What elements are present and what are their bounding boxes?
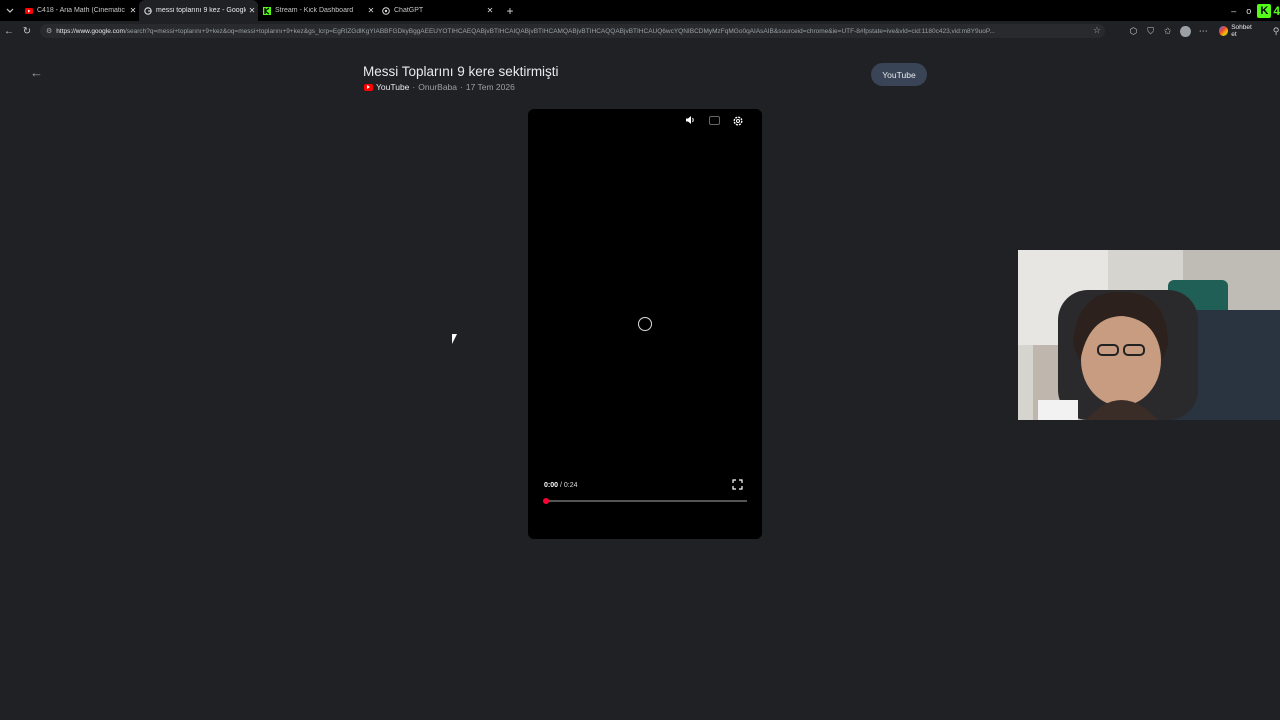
minimize-icon[interactable]: – <box>1231 6 1236 16</box>
tab-title: Stream - Kick Dashboard <box>275 7 354 14</box>
kick-count: 4 <box>1273 3 1280 18</box>
video-meta: YouTube · OnurBaba · 17 Tem 2026 <box>364 82 515 92</box>
fullscreen-icon[interactable] <box>732 479 743 493</box>
tab-chatgpt[interactable]: ChatGPT ✕ <box>377 0 496 21</box>
video-title: Messi Toplarını 9 kere sektirmişti <box>363 64 559 79</box>
chat-button-label: Sohbet et <box>1231 24 1252 38</box>
video-source[interactable]: YouTube <box>376 82 409 92</box>
gemini-icon <box>1218 26 1229 36</box>
close-icon[interactable]: ✕ <box>127 6 139 15</box>
close-icon[interactable]: ✕ <box>484 6 496 15</box>
time-display: 0:00 / 0:24 <box>544 482 577 489</box>
time-total: 0:24 <box>563 482 578 489</box>
settings-gear-icon[interactable] <box>731 115 745 129</box>
tab-title: ChatGPT <box>394 7 424 14</box>
bookmark-star-icon[interactable]: ☆ <box>1093 25 1101 36</box>
captions-icon[interactable] <box>707 115 721 129</box>
video-date: 17 Tem 2026 <box>465 82 515 92</box>
profile-avatar[interactable] <box>1180 25 1191 37</box>
chevron-down-icon <box>6 8 14 13</box>
reload-icon[interactable]: ↻ <box>18 26 36 37</box>
window-controls: – o K 4 <box>1221 0 1280 21</box>
url-text: https://www.google.com/search?q=messi+to… <box>56 27 995 35</box>
chatgpt-icon <box>382 6 390 15</box>
kick-icon <box>263 6 271 15</box>
video-channel: OnurBaba <box>418 82 457 92</box>
loading-spinner-icon <box>638 317 652 331</box>
google-icon <box>144 6 152 15</box>
time-current: 0:00 <box>544 482 559 489</box>
meta-separator: · <box>412 82 416 92</box>
more-menu-icon[interactable]: ⋯ <box>1195 26 1212 37</box>
address-bar[interactable]: ⚙ https://www.google.com/search?q=messi+… <box>40 24 1105 38</box>
site-info-icon[interactable]: ⚙ <box>46 27 52 35</box>
meta-separator: · <box>460 82 463 92</box>
webcam-overlay <box>1018 250 1280 420</box>
tab-youtube[interactable]: C418 - Aria Math (Cinematic Remi ✕ <box>20 0 139 21</box>
back-arrow-icon[interactable]: ← <box>30 65 43 80</box>
extensions-icon[interactable]: ⬡ <box>1125 26 1142 37</box>
tab-strip: C418 - Aria Math (Cinematic Remi ✕ messi… <box>0 0 1280 21</box>
tab-google[interactable]: messi toplarını 9 kez - Google'da A ✕ <box>139 0 258 21</box>
close-icon[interactable]: ✕ <box>246 6 258 15</box>
open-youtube-button[interactable]: YouTube <box>871 63 927 86</box>
tab-kick[interactable]: Stream - Kick Dashboard ✕ <box>258 0 377 21</box>
progress-bar[interactable] <box>543 498 747 504</box>
toolbar-actions: ⬡ ⛉ ✩ ⋯ Sohbet et ⚲ <box>1125 21 1280 41</box>
tab-title: messi toplarını 9 kez - Google'da A <box>156 7 246 14</box>
tab-title: C418 - Aria Math (Cinematic Remi <box>37 7 127 14</box>
close-icon[interactable]: ✕ <box>365 6 377 15</box>
progress-scrubber[interactable] <box>543 498 549 504</box>
kick-logo-icon: K <box>1257 3 1272 18</box>
tab-search-button[interactable] <box>0 0 20 21</box>
back-icon[interactable]: ← <box>0 26 18 37</box>
youtube-icon <box>364 83 373 91</box>
favorites-icon[interactable]: ✩ <box>1159 26 1176 37</box>
browser-toolbar: ← ↻ ⚙ https://www.google.com/search?q=me… <box>0 21 1280 41</box>
mouse-cursor <box>452 334 457 344</box>
side-panel-icon[interactable]: ⚲ <box>1268 26 1280 37</box>
volume-icon[interactable] <box>683 115 697 129</box>
shield-icon[interactable]: ⛉ <box>1142 26 1159 37</box>
chat-button[interactable]: Sohbet et <box>1216 24 1264 38</box>
new-tab-button[interactable]: + <box>502 4 518 18</box>
kick-overlay-o: o <box>1246 5 1252 16</box>
webcam-image <box>1018 250 1280 420</box>
youtube-icon <box>25 7 33 15</box>
video-player[interactable]: 0:00 / 0:24 <box>528 109 762 539</box>
